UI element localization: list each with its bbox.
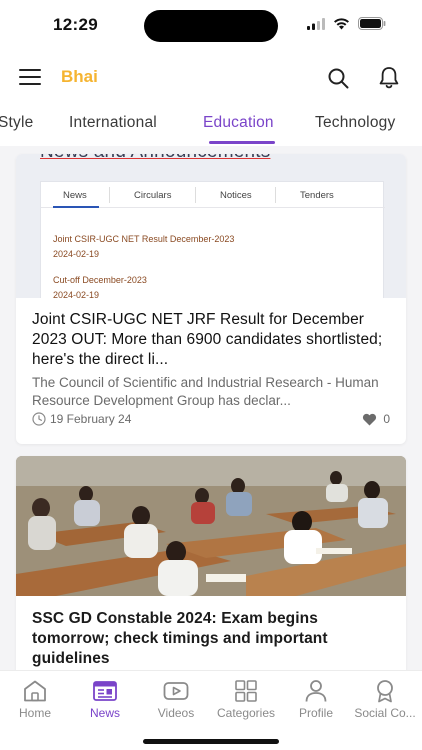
nav-categories[interactable]: Categories [210,679,282,720]
article-title[interactable]: SSC GD Constable 2024: Exam begins tomor… [32,609,392,669]
article-card[interactable]: SSC GD Constable 2024: Exam begins tomor… [16,456,406,670]
article-date: 19 February 24 [32,412,131,426]
clock-icon [32,412,46,426]
nav-social[interactable]: Social Co... [349,679,421,720]
tab-international[interactable]: International [69,114,157,132]
article-body: SSC GD Constable 2024: Exam begins tomor… [32,609,392,669]
article-snippet: The Council of Scientific and Industrial… [32,375,379,408]
bell-icon[interactable] [378,66,400,90]
article-image [16,456,406,596]
image-item-date: 2024-02-19 [53,290,100,298]
news-icon [93,681,117,701]
image-tab: Circulars [134,190,172,201]
article-body: Joint CSIR-UGC NET JRF Result for Decemb… [32,310,392,410]
image-tab: Notices [220,190,252,201]
article-meta: 19 February 24 0 [32,412,390,430]
status-bar: 12:29 [0,0,422,52]
brand-logo: Bhai [61,67,98,86]
app-header: Bhai [0,56,422,100]
tab-education[interactable]: Education [203,114,274,132]
image-item-title: Joint CSIR-UGC NET Result December-2023 [53,234,235,244]
image-panel: News Circulars Notices Tenders Joint CSI… [40,181,385,298]
nav-label: Videos [157,706,195,720]
image-heading: News and Announcements [40,154,270,163]
nav-label: Profile [298,706,333,720]
social-icon [377,680,393,703]
nav-videos[interactable]: Videos [140,679,212,720]
nav-home[interactable]: Home [0,679,71,720]
nav-profile[interactable]: Profile [280,679,352,720]
search-icon[interactable] [326,66,350,90]
tab-style[interactable]: Style [0,114,33,132]
image-tab: News [63,190,87,201]
article-date-text: 19 February 24 [50,412,132,426]
bottom-nav: Home News Videos Categories Profile Soci… [0,670,422,750]
nav-label: Home [18,706,51,720]
image-item-date: 2024-02-19 [53,249,100,259]
like-count: 0 [383,412,390,426]
profile-icon [305,680,327,702]
tab-technology[interactable]: Technology [315,114,395,132]
home-icon [24,680,46,702]
image-tab: Tenders [300,190,334,201]
battery-icon [358,17,386,30]
menu-icon[interactable] [19,68,41,86]
video-icon [163,682,189,700]
status-time: 12:29 [53,15,98,34]
home-indicator [143,739,279,744]
nav-label: Social Co... [354,706,416,720]
article-title[interactable]: Joint CSIR-UGC NET JRF Result for Decemb… [32,310,392,370]
categories-icon [235,680,257,702]
article-image: News and Announcements News Circulars No… [16,154,406,298]
heart-icon [363,413,377,425]
signal-icon [307,17,325,30]
nav-label: Categories [216,706,276,720]
article-card[interactable]: News and Announcements News Circulars No… [16,154,406,444]
news-feed[interactable]: News and Announcements News Circulars No… [0,146,422,670]
like-button[interactable]: 0 [362,412,390,426]
active-tab-indicator [209,141,275,144]
image-item-title: Cut-off December-2023 [53,275,147,285]
nav-label: News [89,706,120,720]
status-icons [307,17,386,30]
wifi-icon [334,17,349,29]
category-tabs: Style International Education Technology [0,104,422,144]
image-tabs: News Circulars Notices Tenders [41,182,385,208]
dynamic-island [144,10,278,42]
nav-news[interactable]: News [69,679,141,720]
